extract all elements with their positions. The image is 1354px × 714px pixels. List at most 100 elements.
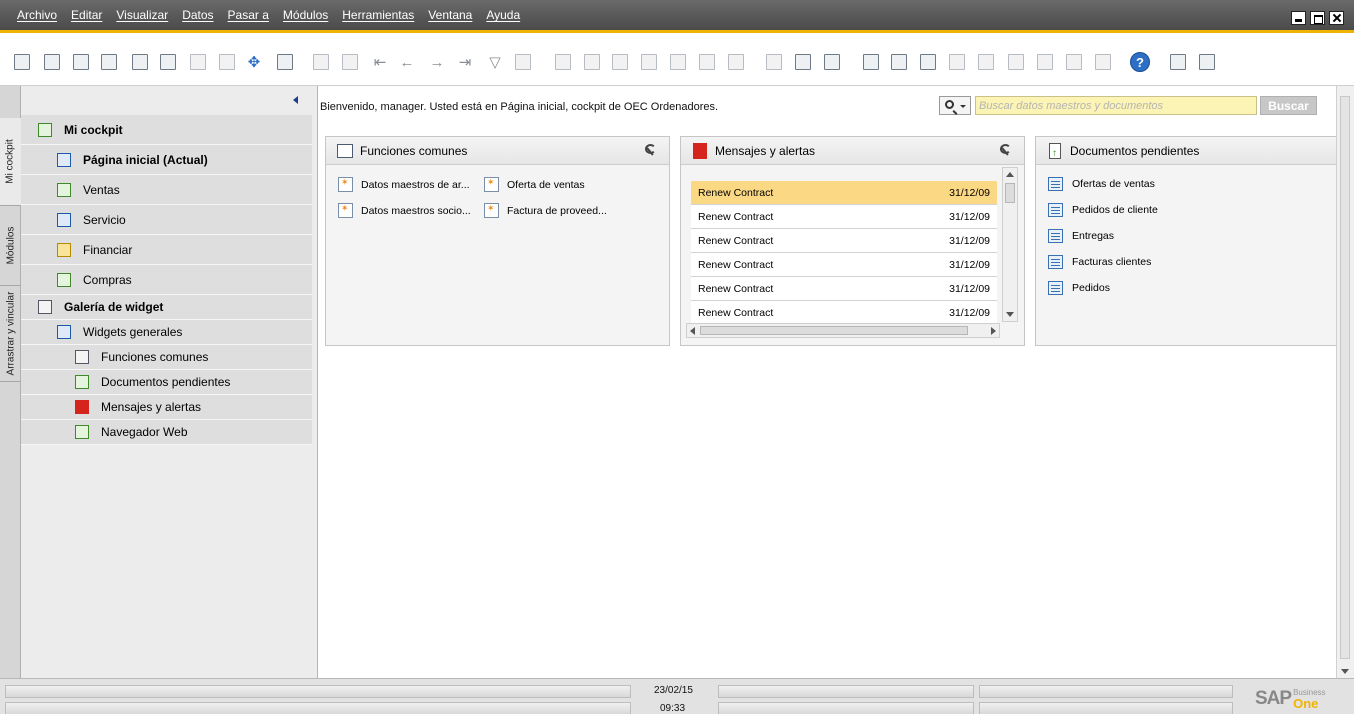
widget-documentos-pendientes[interactable]: Documentos pendientes — [21, 370, 312, 395]
wrench-icon[interactable] — [1000, 144, 1011, 156]
scroll-thumb[interactable] — [1005, 183, 1015, 203]
link-icon[interactable] — [1035, 52, 1055, 72]
my-cockpit-header[interactable]: Mi cockpit — [21, 115, 312, 145]
sidebar-item-home[interactable]: Página inicial (Actual) — [21, 145, 312, 175]
last-record-icon[interactable]: ⇥ — [455, 52, 475, 72]
pending-doc-item[interactable]: Pedidos de cliente — [1048, 203, 1158, 217]
widget-navegador-web[interactable]: Navegador Web — [21, 420, 312, 445]
copy-icon[interactable] — [1006, 52, 1026, 72]
table-row[interactable]: Renew Contract 31/12/09 — [691, 181, 997, 205]
database-icon[interactable] — [822, 52, 842, 72]
table-row[interactable]: Renew Contract 31/12/09 — [691, 277, 997, 301]
scroll-thumb[interactable] — [1340, 96, 1350, 659]
calculator-icon[interactable] — [918, 52, 938, 72]
next-record-icon[interactable]: → — [427, 52, 447, 72]
menu-ventana[interactable]: Ventana — [421, 8, 479, 22]
pending-doc-item[interactable]: Ofertas de ventas — [1048, 177, 1155, 191]
document-settings-icon[interactable] — [793, 52, 813, 72]
restore-icon[interactable] — [1310, 11, 1325, 25]
form-settings-icon[interactable] — [1197, 52, 1217, 72]
search-button[interactable]: Buscar — [1260, 96, 1317, 115]
scroll-down-icon[interactable] — [1341, 669, 1349, 674]
target-document-icon[interactable] — [582, 52, 602, 72]
collapse-arrow-icon[interactable] — [293, 96, 298, 104]
export-pdf-icon[interactable] — [217, 52, 237, 72]
tab-arrastrar-vincular[interactable]: Arrastrar y vincular — [0, 286, 21, 382]
table-row[interactable]: Renew Contract 31/12/09 — [691, 205, 997, 229]
scroll-down-icon[interactable] — [1006, 312, 1014, 317]
sidebar-item-financiar[interactable]: Financiar — [21, 235, 312, 265]
previous-record-icon[interactable]: ← — [397, 52, 417, 72]
pending-doc-item[interactable]: Facturas clientes — [1048, 255, 1151, 269]
binoculars-icon[interactable] — [311, 52, 331, 72]
tab-modulos[interactable]: Módulos — [0, 206, 21, 286]
scroll-up-icon[interactable] — [1006, 172, 1014, 177]
widget-funciones-comunes[interactable]: Funciones comunes — [21, 345, 312, 370]
menu-ayuda[interactable]: Ayuda — [479, 8, 527, 22]
filter-icon[interactable]: ▽ — [485, 52, 505, 72]
query-icon[interactable] — [726, 52, 746, 72]
tree-icon[interactable] — [1093, 52, 1113, 72]
widget-gallery-header[interactable]: Galería de widget — [21, 295, 312, 320]
globe-icon[interactable] — [976, 52, 996, 72]
common-item[interactable]: Factura de proveed... — [484, 203, 607, 218]
general-widgets-folder[interactable]: Widgets generales — [21, 320, 312, 345]
email-icon[interactable] — [71, 52, 91, 72]
menu-modulos[interactable]: Módulos — [276, 8, 335, 22]
fax-icon[interactable] — [130, 52, 150, 72]
alerts-vertical-scrollbar[interactable] — [1002, 167, 1018, 322]
menu-datos[interactable]: Datos — [175, 8, 220, 22]
sidebar-item-compras[interactable]: Compras — [21, 265, 312, 295]
lock-icon[interactable] — [275, 52, 295, 72]
main-vertical-scrollbar[interactable] — [1336, 86, 1354, 678]
search-mode-dropdown[interactable] — [939, 96, 971, 115]
pending-doc-item[interactable]: Pedidos — [1048, 281, 1110, 295]
sidebar-item-ventas[interactable]: Ventas — [21, 175, 312, 205]
menu-archivo[interactable]: Archivo — [10, 8, 64, 22]
sms-icon[interactable] — [99, 52, 119, 72]
menu-visualizar[interactable]: Visualizar — [109, 8, 175, 22]
gross-profit-icon[interactable] — [639, 52, 659, 72]
help-icon[interactable]: ? — [1130, 52, 1150, 72]
layout-icon[interactable] — [610, 52, 630, 72]
export-word-icon[interactable] — [188, 52, 208, 72]
widget-mensajes-alertas[interactable]: Mensajes y alertas — [21, 395, 312, 420]
search-input[interactable] — [975, 96, 1257, 115]
print-icon[interactable] — [42, 52, 62, 72]
menu-editar[interactable]: Editar — [64, 8, 109, 22]
pending-doc-item[interactable]: Entregas — [1048, 229, 1114, 243]
messages-icon[interactable] — [889, 52, 909, 72]
preview-icon[interactable] — [12, 52, 32, 72]
table-row[interactable]: Renew Contract 31/12/09 — [691, 229, 997, 253]
first-record-icon[interactable]: ⇤ — [370, 52, 390, 72]
wrench-icon[interactable] — [645, 144, 656, 156]
scroll-left-icon[interactable] — [690, 327, 695, 335]
sort-icon[interactable] — [513, 52, 533, 72]
scroll-right-icon[interactable] — [991, 327, 996, 335]
common-item[interactable]: Oferta de ventas — [484, 177, 585, 192]
calendar-icon[interactable] — [861, 52, 881, 72]
settings-window-icon[interactable] — [1168, 52, 1188, 72]
scroll-thumb[interactable] — [700, 326, 968, 335]
sidebar-item-servicio[interactable]: Servicio — [21, 205, 312, 235]
chart-icon[interactable] — [1064, 52, 1084, 72]
minimize-icon[interactable] — [1291, 11, 1306, 25]
table-row[interactable]: Renew Contract 31/12/09 — [691, 253, 997, 277]
base-document-icon[interactable] — [553, 52, 573, 72]
transaction-journal-icon[interactable] — [668, 52, 688, 72]
menu-herramientas[interactable]: Herramientas — [335, 8, 421, 22]
org-chart-icon[interactable] — [947, 52, 967, 72]
common-item[interactable]: Datos maestros socio... — [338, 203, 471, 218]
alerts-horizontal-scrollbar[interactable] — [686, 323, 1000, 338]
new-document-icon[interactable] — [340, 52, 360, 72]
edit-icon[interactable] — [764, 52, 784, 72]
tab-mi-cockpit[interactable]: Mi cockpit — [0, 118, 21, 206]
close-icon[interactable] — [1329, 11, 1344, 25]
menu-pasar-a[interactable]: Pasar a — [221, 8, 276, 22]
export-excel-icon[interactable] — [158, 52, 178, 72]
common-item[interactable]: Datos maestros de ar... — [338, 177, 470, 192]
payment-icon[interactable] — [697, 52, 717, 72]
move-icon[interactable]: ✥ — [244, 52, 264, 72]
table-row[interactable]: Renew Contract 31/12/09 — [691, 301, 997, 323]
status-field — [979, 685, 1233, 698]
